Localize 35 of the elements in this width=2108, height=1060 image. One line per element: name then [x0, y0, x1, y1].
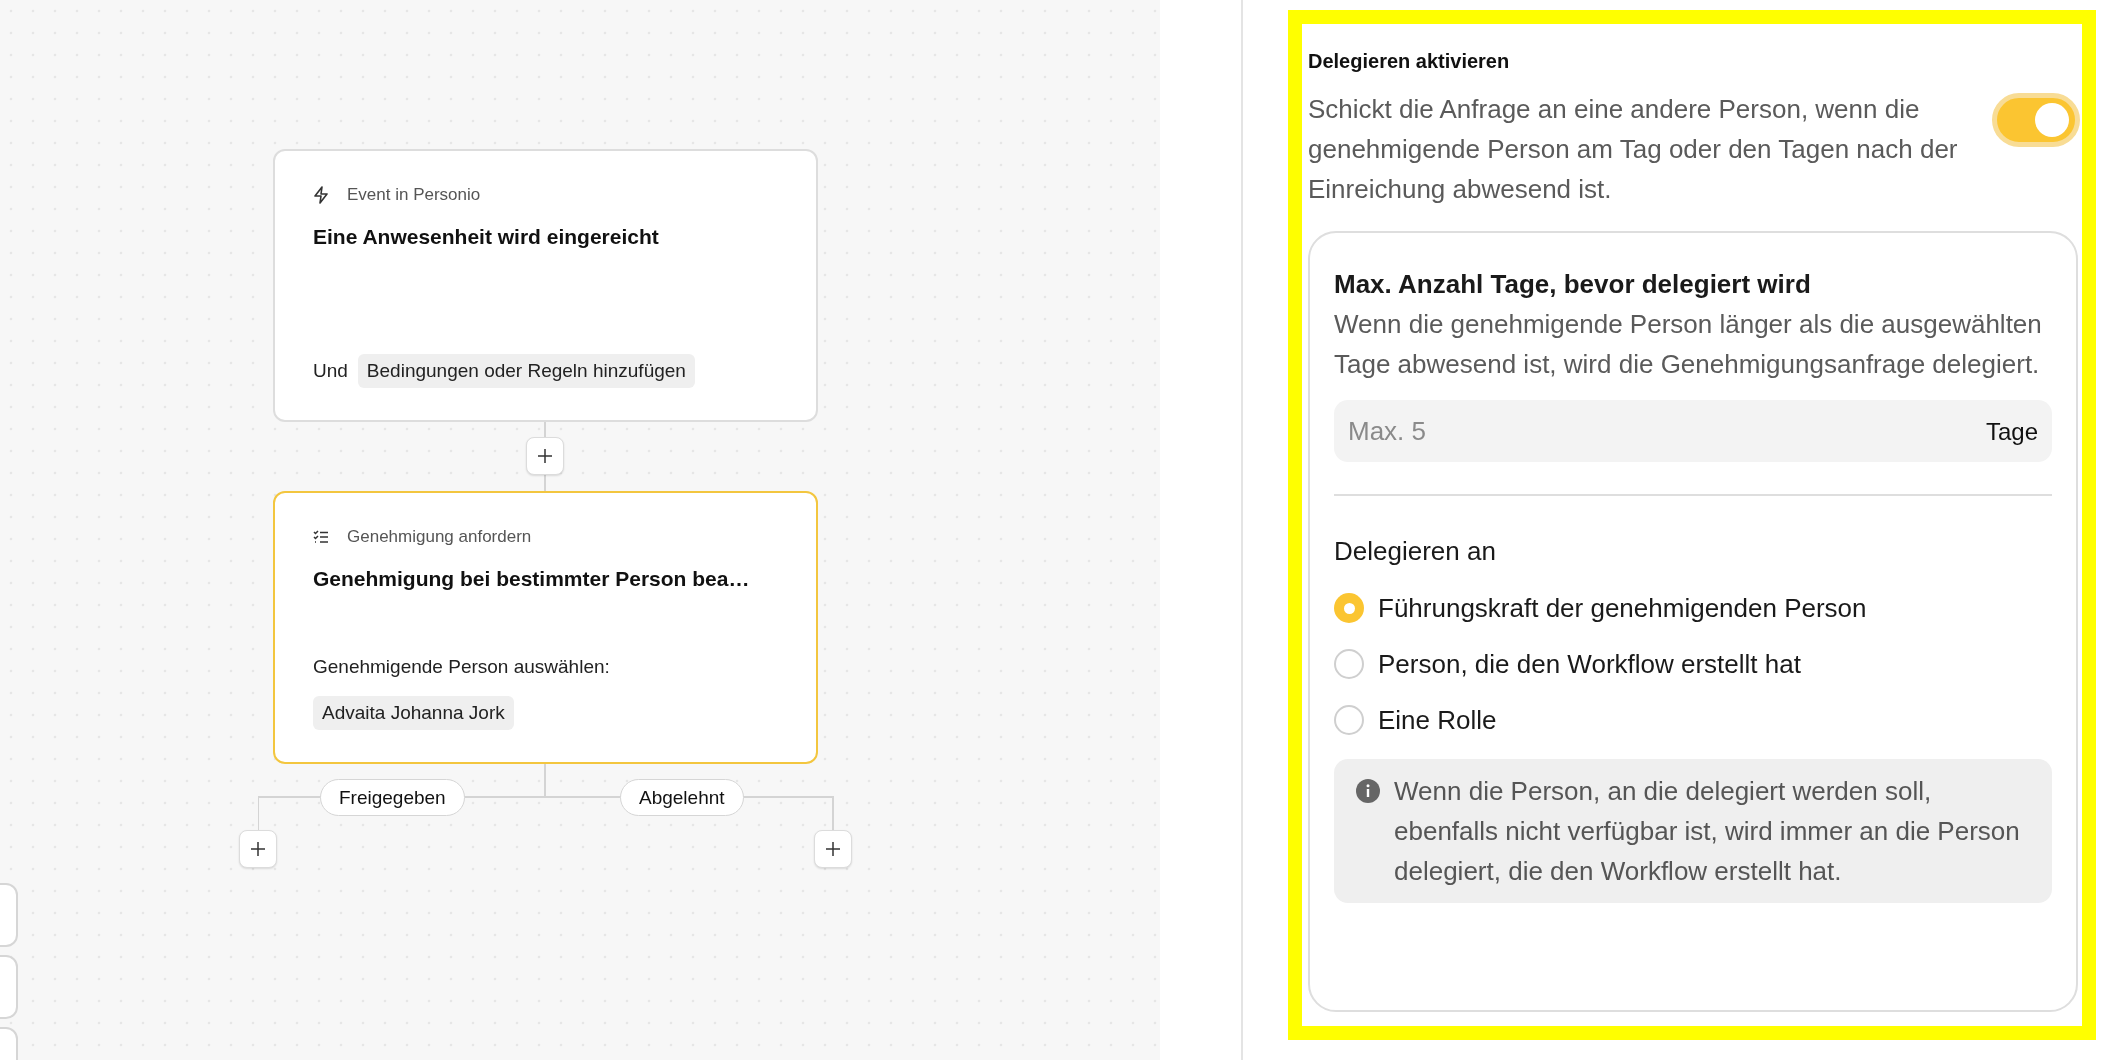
radio-label: Führungskraft der genehmigenden Person: [1378, 592, 1867, 624]
section-description: Schickt die Anfrage an eine andere Person, wenn die genehmigende Person am Tag oder den Tagen nach der Einreichung abwesend ist.: [1308, 93, 1959, 206]
card-caption: Event in Personio: [347, 185, 481, 205]
approver-label: Genehmigende Person auswählen:: [313, 656, 610, 678]
card-caption: Genehmigung anfordern: [347, 527, 532, 547]
checklist-icon: [313, 530, 329, 544]
add-step-button[interactable]: [526, 437, 564, 475]
info-icon: [1356, 779, 1380, 803]
workflow-card[interactable]: Genehmigung anfordern Genehmigung bei bestimmter Person bea… Genehmigende Person auswählen: Advaita Johanna Jork: [273, 491, 818, 764]
card-title: Genehmigung bei bestimmter Person bea…: [313, 567, 751, 591]
lightning-icon: [313, 186, 329, 204]
approver-chip: Advaita Johanna Jork: [313, 696, 514, 730]
unit-label: Tage: [1985, 418, 2038, 446]
plus-icon: [250, 841, 266, 857]
settings-description: Wenn die genehmigende Person länger als die ausgewählten Tage abwesend ist, wird die Genehmigungsanfrage delegiert.: [1334, 308, 2043, 381]
radio-label: Person, die den Workflow erstellt hat: [1378, 648, 1801, 680]
radio-button[interactable]: [1334, 705, 1364, 735]
delegate-heading: Delegieren an: [1334, 536, 1497, 567]
branch-label: Freigegeben: [320, 779, 465, 816]
card-title: Eine Anwesenheit wird eingereicht: [313, 225, 660, 249]
settings-heading: Max. Anzahl Tage, bevor delegiert wird: [1334, 269, 1812, 300]
radio-button[interactable]: [1334, 593, 1364, 623]
plus-icon: [825, 841, 841, 857]
plus-icon: [537, 448, 553, 464]
section-title: Delegieren aktivieren: [1308, 50, 1511, 73]
info-text: Wenn die Person, an die delegiert werden soll, ebenfalls nicht verfügbar ist, wird immer an die Person delegiert, die den Workflow erstellt hat.: [1394, 775, 2021, 888]
radio-label: Eine Rolle: [1378, 704, 1497, 736]
condition-chip[interactable]: Bedingungen oder Regeln hinzufügen: [357, 354, 695, 388]
workflow-card[interactable]: Event in Personio Eine Anwesenheit wird eingereicht Und Bedingungen oder Regeln hinzufügen: [273, 149, 818, 422]
branch-label: Abgelehnt: [620, 779, 744, 816]
add-step-button[interactable]: [239, 830, 277, 868]
conjunction-label: Und: [313, 360, 348, 382]
add-step-button[interactable]: [814, 830, 852, 868]
radio-button[interactable]: [1334, 649, 1364, 679]
delegate-toggle[interactable]: [1992, 93, 2080, 147]
